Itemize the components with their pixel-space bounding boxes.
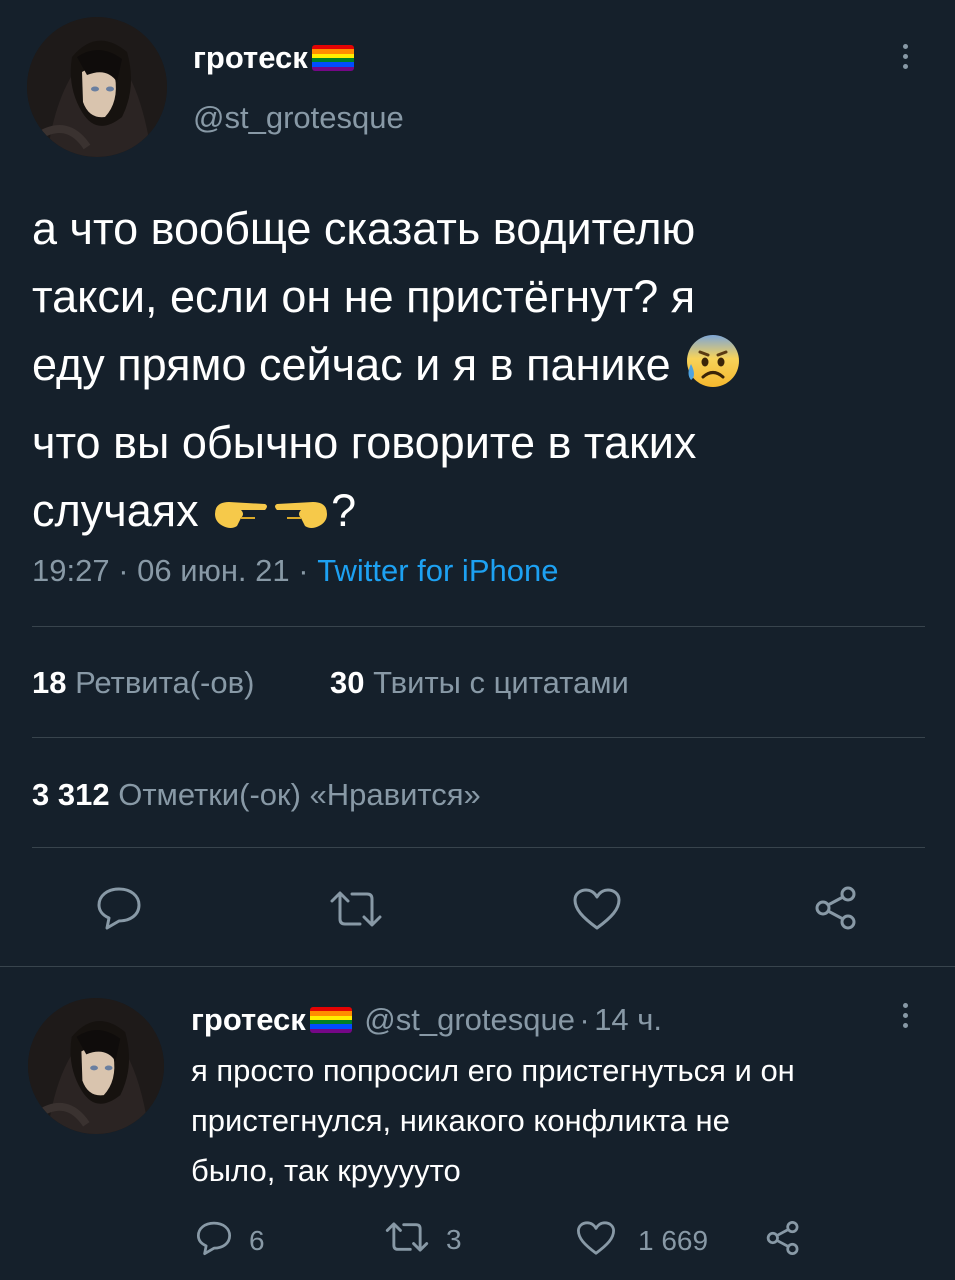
author-name[interactable]: гротеск [193, 40, 308, 75]
reply-header: гротеск @st_grotesque · 14 ч. [191, 1002, 663, 1037]
tweet-source-link[interactable]: Twitter for iPhone [317, 553, 558, 588]
retweet-count: 3 [446, 1223, 462, 1255]
tweet-meta: 19:27 · 06 июн. 21 · Twitter for iPhone [32, 553, 559, 588]
section-divider [0, 966, 955, 967]
tweet-text-line-part: еду прямо сейчас и я в панике [32, 339, 671, 390]
likes-label: Отметки(-ок) «Нравится» [118, 777, 481, 812]
quotes-label: Твиты с цитатами [373, 665, 629, 700]
divider [32, 737, 925, 738]
heart-icon[interactable] [576, 1220, 616, 1261]
more-vertical-icon[interactable] [902, 44, 908, 69]
anxious-face-emoji-icon [683, 332, 741, 409]
reply-time-ago[interactable]: 14 ч. [594, 1002, 662, 1037]
pointing-right-hand-icon [211, 487, 271, 555]
share-icon[interactable] [764, 1220, 802, 1261]
like-count: 1 669 [638, 1224, 709, 1256]
reply-author-handle[interactable]: @st_grotesque [364, 1002, 575, 1037]
tweet-text-line-part: случаях [32, 485, 199, 536]
tweet-text: а что вообще сказать водителю такси, есл… [32, 195, 912, 555]
tweet-text-line: что вы обычно говорите в таких [32, 417, 697, 468]
tweet-text-line: такси, если он не пристёгнут? я [32, 271, 696, 322]
retweets-label: Ретвита(-ов) [75, 665, 255, 700]
pointing-left-hand-icon [271, 487, 331, 555]
rainbow-flag-icon [309, 1007, 352, 1033]
tweet-text-line: а что вообще сказать водителю [32, 203, 696, 254]
tweet-text-line: случаях ? [32, 477, 912, 555]
retweets-stat[interactable]: 18 Ретвита(-ов) [32, 665, 254, 701]
retweet-icon[interactable] [328, 889, 384, 929]
quotes-stat[interactable]: 30 Твиты с цитатами [330, 665, 629, 701]
tweet-text-end: ? [331, 485, 357, 536]
reply-text-line: я просто попросил его пристегнуться и он [191, 1053, 795, 1088]
reply-action-like[interactable]: 1 669 [576, 1220, 708, 1261]
reply-action-reply[interactable]: 6 [195, 1220, 265, 1261]
share-icon[interactable] [812, 885, 860, 931]
tweet-text-line: еду прямо сейчас и я в панике [32, 331, 912, 409]
retweet-icon[interactable] [384, 1220, 430, 1259]
heart-icon[interactable] [572, 887, 622, 931]
reply-action-retweet[interactable]: 3 [384, 1220, 462, 1259]
reply-text-line: пристегнулся, никакого конфликта не [191, 1103, 730, 1138]
divider [32, 847, 925, 848]
tweet-date: 06 июн. 21 [137, 553, 290, 588]
reply-author-name[interactable]: гротеск [191, 1002, 306, 1037]
divider [32, 626, 925, 627]
author-avatar[interactable] [27, 17, 167, 157]
more-vertical-icon[interactable] [902, 1003, 908, 1028]
likes-count: 3 312 [32, 777, 110, 812]
author-handle[interactable]: @st_grotesque [193, 100, 404, 136]
retweets-count: 18 [32, 665, 67, 700]
reply-text: я просто попросил его пристегнуться и он… [191, 1046, 931, 1196]
reply-icon[interactable] [195, 1220, 233, 1261]
quotes-count: 30 [330, 665, 365, 700]
reply-count: 6 [249, 1224, 265, 1256]
tweet-time: 19:27 [32, 553, 110, 588]
author-name-row[interactable]: гротеск [193, 40, 354, 76]
reply-icon[interactable] [95, 885, 143, 931]
reply-author-avatar[interactable] [28, 998, 164, 1134]
reply-text-line: было, так крууууто [191, 1153, 461, 1188]
likes-stat[interactable]: 3 312 Отметки(-ок) «Нравится» [32, 777, 481, 813]
rainbow-flag-icon [311, 45, 354, 71]
